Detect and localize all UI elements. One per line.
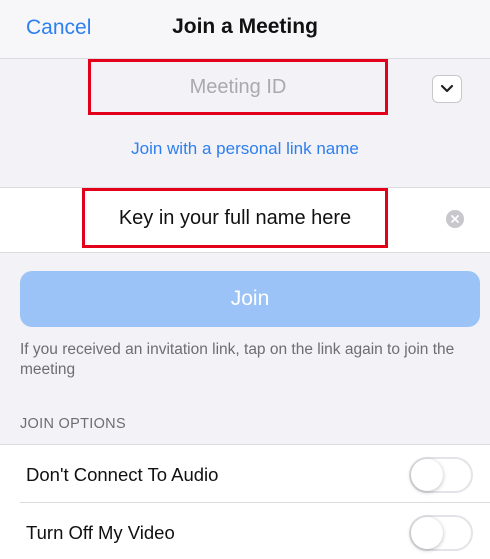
join-options-list: Don't Connect To Audio Turn Off My Video (0, 444, 490, 559)
meeting-id-input[interactable]: Meeting ID (88, 59, 388, 115)
clear-name-button[interactable] (446, 210, 464, 228)
join-options-header: JOIN OPTIONS (20, 416, 126, 432)
video-toggle[interactable] (409, 515, 473, 551)
name-row: Key in your full name here (0, 188, 490, 253)
personal-link-button[interactable]: Join with a personal link name (0, 139, 490, 159)
invitation-note: If you received an invitation link, tap … (20, 341, 455, 378)
option-label: Don't Connect To Audio (26, 464, 219, 485)
chevron-down-icon (440, 84, 454, 93)
join-button[interactable]: Join (20, 271, 480, 327)
toggle-knob (411, 517, 443, 549)
clear-icon (451, 215, 459, 223)
toggle-knob (411, 459, 443, 491)
meeting-id-row: Meeting ID (0, 59, 490, 119)
page-title: Join a Meeting (172, 15, 318, 38)
personal-link-row: Join with a personal link name (0, 119, 490, 188)
meeting-id-placeholder: Meeting ID (189, 75, 287, 98)
audio-toggle[interactable] (409, 457, 473, 493)
join-meeting-screen: Cancel Join a Meeting Meeting ID Join wi… (0, 0, 490, 559)
screen-name-value: Key in your full name here (118, 206, 352, 229)
option-label: Turn Off My Video (26, 522, 175, 543)
option-turn-off-video: Turn Off My Video (0, 503, 490, 559)
screen-name-input[interactable]: Key in your full name here (82, 188, 388, 248)
meeting-history-dropdown-button[interactable] (432, 75, 462, 103)
nav-bar: Cancel Join a Meeting (0, 0, 490, 59)
option-dont-connect-audio: Don't Connect To Audio (0, 445, 490, 503)
